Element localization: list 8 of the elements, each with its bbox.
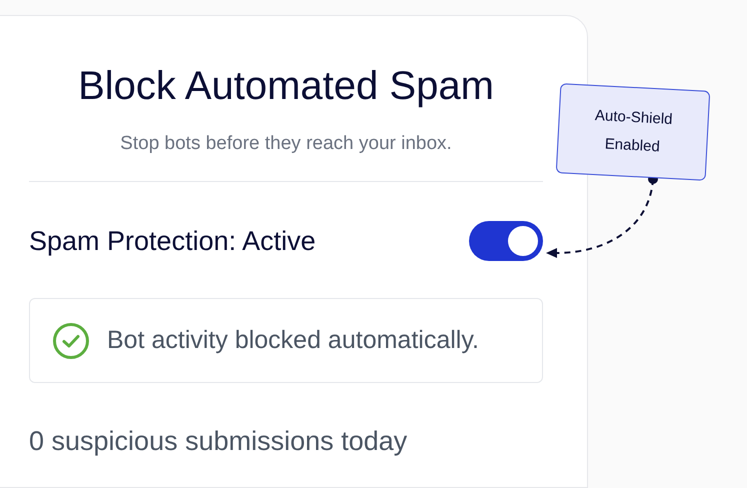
toggle-label: Spam Protection: Active [29,224,316,258]
card-title: Block Automated Spam [77,63,495,110]
alert-message: Bot activity blocked automatically. [107,324,479,356]
callout-note: Auto-Shield Enabled [556,83,710,181]
stat-text: 0 suspicious submissions today [29,425,408,458]
toggle-switch[interactable] [469,220,543,261]
check-circle-icon [52,322,90,360]
card-subtitle: Stop bots before they reach your inbox. [119,132,453,156]
